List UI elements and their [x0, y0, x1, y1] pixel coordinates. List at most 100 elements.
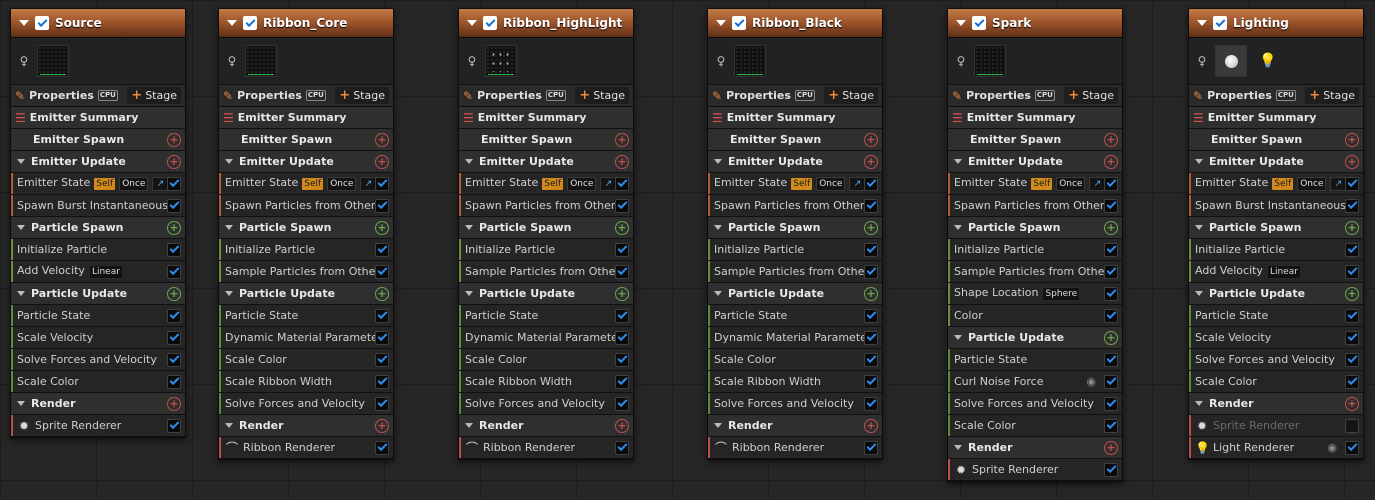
- module-enable-checkbox[interactable]: [375, 264, 389, 279]
- stage-particle-spawn[interactable]: Particle Spawn +: [459, 217, 633, 239]
- add-stage-button[interactable]: + Stage: [824, 87, 878, 104]
- module-enable-checkbox[interactable]: [375, 352, 389, 367]
- expand-triangle-icon[interactable]: [714, 423, 722, 428]
- emitter-summary[interactable]: ☰ Emitter Summary: [11, 107, 185, 129]
- module-sample-particles-from-other-emitter[interactable]: Sample Particles from Other Emitter: [948, 261, 1122, 283]
- stage-particle-update[interactable]: Particle Update +: [219, 283, 393, 305]
- expand-triangle-icon[interactable]: [17, 401, 25, 406]
- module-scale-ribbon-width[interactable]: Scale Ribbon Width: [219, 371, 393, 393]
- module-enable-checkbox[interactable]: [864, 440, 878, 455]
- module-enable-checkbox[interactable]: [375, 330, 389, 345]
- expand-triangle-icon[interactable]: [954, 225, 962, 230]
- module-enable-checkbox[interactable]: [1345, 242, 1359, 257]
- stage-particle-spawn[interactable]: Particle Spawn +: [948, 217, 1122, 239]
- module-enable-checkbox[interactable]: [375, 176, 389, 191]
- collapse-caret-icon[interactable]: [19, 20, 29, 26]
- module-enable-checkbox[interactable]: [1345, 352, 1359, 367]
- add-emitter-spawn-module-button[interactable]: +: [167, 132, 181, 147]
- collapse-caret-icon[interactable]: [227, 20, 237, 26]
- module-enable-checkbox[interactable]: [615, 242, 629, 257]
- module-enable-checkbox[interactable]: [615, 440, 629, 455]
- module-enable-checkbox[interactable]: [167, 374, 181, 389]
- emitter-header[interactable]: Spark: [948, 9, 1122, 38]
- expand-triangle-icon[interactable]: [225, 423, 233, 428]
- emitter-name[interactable]: Lighting: [1233, 16, 1289, 30]
- add-emitter-update-module-button[interactable]: +: [1104, 154, 1118, 169]
- curve-icon[interactable]: ↗: [1089, 177, 1104, 191]
- light-bulb-icon[interactable]: 💡: [1253, 46, 1283, 76]
- expand-triangle-icon[interactable]: [465, 291, 473, 296]
- add-emitter-spawn-module-button[interactable]: +: [615, 132, 629, 147]
- module-enable-checkbox[interactable]: [615, 352, 629, 367]
- add-emitter-update-module-button[interactable]: +: [1345, 154, 1359, 169]
- expand-triangle-icon[interactable]: [17, 225, 25, 230]
- module-enable-checkbox[interactable]: [615, 308, 629, 323]
- module-sample-particles-from-other-emitter[interactable]: Sample Particles from Other Emitter: [459, 261, 633, 283]
- module-enable-checkbox[interactable]: [375, 242, 389, 257]
- emitter-enable-checkbox[interactable]: [732, 16, 746, 30]
- module-enable-checkbox[interactable]: [1345, 198, 1359, 213]
- renderer-ribbon-renderer[interactable]: ⌒ Ribbon Renderer: [708, 437, 882, 459]
- expand-triangle-icon[interactable]: [465, 159, 473, 164]
- emitter-enable-checkbox[interactable]: [1213, 16, 1227, 30]
- add-render-module-button[interactable]: +: [375, 418, 389, 433]
- stage-emitter-spawn[interactable]: Emitter Spawn +: [11, 129, 185, 151]
- emitter-thumbnail[interactable]: [974, 45, 1006, 77]
- module-initialize-particle[interactable]: Initialize Particle: [708, 239, 882, 261]
- stage-emitter-spawn[interactable]: Emitter Spawn +: [948, 129, 1122, 151]
- stage-particle-update[interactable]: Particle Update +: [11, 283, 185, 305]
- module-enable-checkbox[interactable]: [1104, 176, 1118, 191]
- curve-icon[interactable]: ↗: [360, 177, 375, 191]
- add-render-module-button[interactable]: +: [167, 396, 181, 411]
- add-emitter-spawn-module-button[interactable]: +: [375, 132, 389, 147]
- module-enable-checkbox[interactable]: [864, 176, 878, 191]
- emitter-header[interactable]: Ribbon_Core: [219, 9, 393, 38]
- module-sample-particles-from-other-emitter[interactable]: Sample Particles from Other Emitter: [708, 261, 882, 283]
- module-color[interactable]: Color: [948, 305, 1122, 327]
- properties-group[interactable]: ✎ Properties CPU: [1193, 89, 1296, 103]
- add-emitter-spawn-module-button[interactable]: +: [1345, 132, 1359, 147]
- module-enable-checkbox[interactable]: [375, 396, 389, 411]
- curve-icon[interactable]: ↗: [849, 177, 864, 191]
- renderer-light-renderer[interactable]: 💡 Light Renderer ◉: [1189, 437, 1363, 459]
- properties-row[interactable]: ✎ Properties CPU + Stage: [1189, 85, 1363, 107]
- properties-row[interactable]: ✎ Properties CPU + Stage: [11, 85, 185, 107]
- properties-group[interactable]: ✎ Properties CPU: [952, 89, 1055, 103]
- visibility-eye-icon[interactable]: ◉: [1327, 441, 1337, 454]
- stage-render[interactable]: Render +: [1189, 393, 1363, 415]
- collapse-caret-icon[interactable]: [716, 20, 726, 26]
- module-enable-checkbox[interactable]: [1345, 440, 1359, 455]
- isolate-pin-icon[interactable]: ♀: [954, 52, 968, 70]
- module-enable-checkbox[interactable]: [375, 440, 389, 455]
- expand-triangle-icon[interactable]: [17, 291, 25, 296]
- module-enable-checkbox[interactable]: [1104, 198, 1118, 213]
- module-emitter-state[interactable]: Emitter State Self Once ↗: [1189, 173, 1363, 195]
- module-solve-forces-and-velocity[interactable]: Solve Forces and Velocity: [1189, 349, 1363, 371]
- add-emitter-spawn-module-button[interactable]: +: [864, 132, 878, 147]
- expand-triangle-icon[interactable]: [954, 159, 962, 164]
- module-enable-checkbox[interactable]: [1104, 352, 1118, 367]
- expand-triangle-icon[interactable]: [714, 225, 722, 230]
- renderer-ribbon-renderer[interactable]: ⌒ Ribbon Renderer: [219, 437, 393, 459]
- emitter-thumbnail[interactable]: [37, 45, 69, 77]
- add-particle-spawn-module-button[interactable]: +: [1345, 220, 1359, 235]
- module-enable-checkbox[interactable]: [864, 264, 878, 279]
- module-emitter-state[interactable]: Emitter State Self Once ↗: [459, 173, 633, 195]
- curve-icon[interactable]: ↗: [600, 177, 615, 191]
- isolate-pin-icon[interactable]: ♀: [1195, 52, 1209, 70]
- module-particle-state[interactable]: Particle State: [948, 349, 1122, 371]
- add-particle-spawn-module-button[interactable]: +: [615, 220, 629, 235]
- properties-row[interactable]: ✎ Properties CPU + Stage: [219, 85, 393, 107]
- stage-particle-update[interactable]: Particle Update +: [1189, 283, 1363, 305]
- module-enable-checkbox[interactable]: [1104, 396, 1118, 411]
- module-enable-checkbox[interactable]: [864, 242, 878, 257]
- renderer-ribbon-renderer[interactable]: ⌒ Ribbon Renderer: [459, 437, 633, 459]
- module-emitter-state[interactable]: Emitter State Self Once ↗: [219, 173, 393, 195]
- module-enable-checkbox[interactable]: [864, 330, 878, 345]
- stage-emitter-update[interactable]: Emitter Update +: [11, 151, 185, 173]
- module-spawn-particles-from-other-emitter[interactable]: Spawn Particles from Other Emitter: [948, 195, 1122, 217]
- properties-row[interactable]: ✎ Properties CPU + Stage: [459, 85, 633, 107]
- module-enable-checkbox[interactable]: [864, 374, 878, 389]
- isolate-pin-icon[interactable]: ♀: [17, 52, 31, 70]
- expand-triangle-icon[interactable]: [954, 445, 962, 450]
